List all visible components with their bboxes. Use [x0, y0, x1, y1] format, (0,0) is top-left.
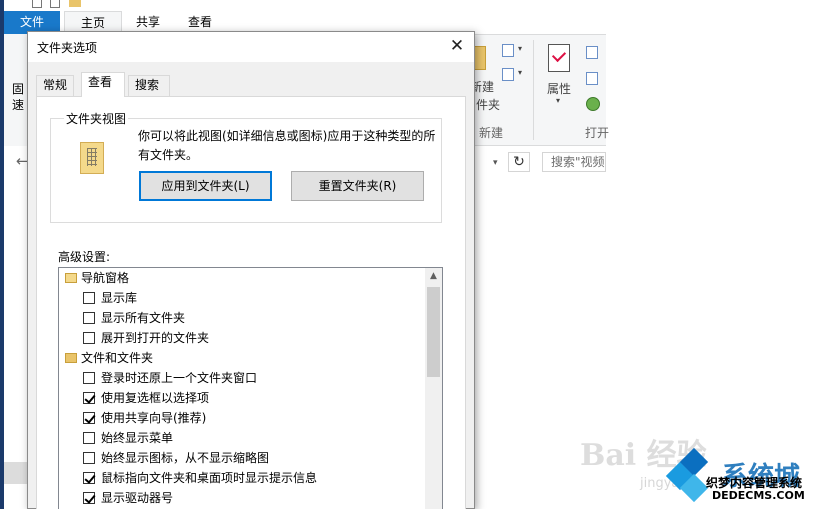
pin-label-2: 速 [12, 98, 25, 112]
checkbox-checked[interactable] [83, 492, 95, 504]
setting-option-label: 使用共享向导(推荐) [101, 411, 207, 425]
checkbox-checked[interactable] [83, 472, 95, 484]
setting-option-label: 显示驱动器号 [101, 491, 174, 505]
edit-icon[interactable] [586, 72, 598, 85]
checkbox-checked[interactable] [83, 392, 95, 404]
dialog-title: 文件夹选项 [37, 41, 98, 55]
nav-pane-selection[interactable] [4, 462, 28, 484]
new-item-icon[interactable] [502, 44, 514, 57]
dedecms-url-watermark: DEDECMS.COM [712, 489, 805, 502]
advanced-settings-list[interactable]: 显示驱动器号 鼠标指向文件夹和桌面项时显示提示信息 始终显示图标，从不显示缩略图 始终… [58, 267, 443, 509]
properties-chevron-icon[interactable]: ▾ [556, 96, 560, 105]
setting-option-label: 展开到打开的文件夹 [101, 331, 210, 345]
setting-option[interactable]: 始终显示菜单 [59, 428, 424, 448]
folder-icon [65, 353, 77, 363]
easy-access-chevron-icon[interactable]: ▾ [518, 68, 522, 77]
search-input[interactable]: 搜索"视频 [542, 152, 606, 172]
setting-option-label: 使用复选框以选择项 [101, 391, 210, 405]
new-group-label: 新建 [479, 126, 504, 140]
settings-group-label: 导航窗格 [81, 271, 130, 285]
open-group-label: 打开 [585, 126, 610, 140]
apply-to-folders-button[interactable]: 应用到文件夹(L) [139, 171, 272, 201]
refresh-icon[interactable]: ↻ [508, 152, 530, 172]
setting-option[interactable]: 显示所有文件夹 [59, 308, 424, 328]
setting-option[interactable]: 登录时还原上一个文件夹窗口 [59, 368, 424, 388]
setting-option-label: 鼠标指向文件夹和桌面项时显示提示信息 [101, 471, 318, 485]
close-icon[interactable]: ✕ [440, 32, 474, 60]
setting-option-label: 显示所有文件夹 [101, 311, 186, 325]
setting-option[interactable]: 使用共享向导(推荐) [59, 408, 424, 428]
qat-folder-icon[interactable] [69, 0, 81, 7]
settings-group-header[interactable]: 文件和文件夹 [59, 348, 424, 368]
tab-search[interactable]: 搜索 [128, 75, 170, 96]
properties-icon[interactable] [548, 44, 570, 72]
settings-group-label: 文件和文件夹 [81, 351, 154, 365]
new-folder-label-2[interactable]: 件夹 [476, 96, 500, 113]
settings-group-header[interactable]: 导航窗格 [59, 268, 424, 288]
setting-option-label: 始终显示图标，从不显示缩略图 [101, 451, 270, 465]
scroll-up-arrow-icon[interactable]: ▲ [425, 268, 442, 285]
reset-folders-button[interactable]: 重置文件夹(R) [291, 171, 424, 201]
setting-option[interactable]: 展开到打开的文件夹 [59, 328, 424, 348]
tab-general[interactable]: 常规 [36, 75, 74, 96]
checkbox-checked[interactable] [83, 412, 95, 424]
new-item-chevron-icon[interactable]: ▾ [518, 44, 522, 53]
checkbox-unchecked[interactable] [83, 452, 95, 464]
properties-label[interactable]: 属性 [547, 80, 571, 97]
address-dropdown-icon[interactable]: ▾ [493, 158, 498, 168]
qat-checkbox-icon[interactable] [32, 0, 42, 8]
tab-view-active[interactable]: 查看 [81, 72, 125, 97]
open-icon[interactable] [586, 46, 598, 59]
setting-option-label: 显示库 [101, 291, 138, 305]
setting-option-label: 登录时还原上一个文件夹窗口 [101, 371, 258, 385]
setting-option[interactable]: 鼠标指向文件夹和桌面项时显示提示信息 [59, 468, 424, 488]
folder-views-description: 你可以将此视图(如详细信息或图标)应用于这种类型的所有文件夹。 [138, 129, 436, 162]
ribbon-separator [533, 40, 534, 140]
qat-doc-icon[interactable] [50, 0, 60, 8]
checkbox-unchecked[interactable] [83, 292, 95, 304]
pin-label-1: 固 [12, 82, 25, 96]
folder-view-icon [80, 142, 104, 174]
advanced-settings-label: 高级设置: [58, 250, 111, 264]
quick-access-toolbar [4, 0, 819, 11]
folder-open-icon [65, 273, 77, 283]
setting-option[interactable]: 使用复选框以选择项 [59, 388, 424, 408]
setting-option[interactable]: 显示驱动器号 [59, 488, 424, 508]
folder-views-legend: 文件夹视图 [64, 110, 129, 127]
checkbox-unchecked[interactable] [83, 332, 95, 344]
easy-access-icon[interactable] [502, 68, 514, 81]
setting-option-label: 始终显示菜单 [101, 431, 174, 445]
scroll-thumb[interactable] [427, 287, 440, 377]
setting-option[interactable]: 始终显示图标，从不显示缩略图 [59, 448, 424, 468]
history-icon[interactable] [586, 97, 600, 111]
checkbox-unchecked[interactable] [83, 312, 95, 324]
advanced-scrollbar[interactable]: ▲ [425, 268, 442, 509]
checkbox-unchecked[interactable] [83, 372, 95, 384]
folder-options-dialog: 文件夹选项 ✕ 常规 查看 搜索 文件夹视图 你可以将此视图(如详细信息或图标)… [27, 31, 475, 509]
checkbox-unchecked[interactable] [83, 432, 95, 444]
setting-option[interactable]: 显示库 [59, 288, 424, 308]
